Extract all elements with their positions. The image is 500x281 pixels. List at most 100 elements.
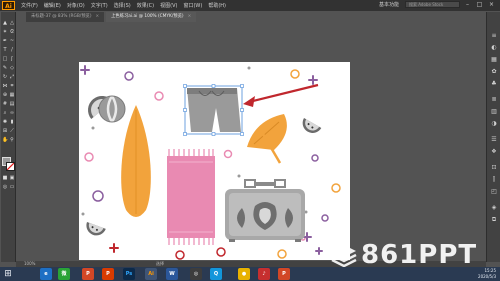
stock-search-input[interactable]: 搜索 Adobe Stock <box>405 1 460 8</box>
close-icon[interactable]: × <box>487 1 496 8</box>
minimize-icon[interactable]: – <box>463 1 472 8</box>
taskbar-app-illustrator[interactable]: Ai <box>145 268 157 280</box>
taskbar: ⊞ e 微 P P Ps Ai W ◎ Q ● ♪ P 15:25 2020/5… <box>0 267 500 281</box>
paintbrush-tool-icon[interactable]: ʃ <box>9 56 15 62</box>
watermelon-slice-illustration <box>302 118 322 133</box>
pencil-tool-icon[interactable]: ✎ <box>2 65 8 71</box>
column-graph-tool-icon[interactable]: ▮ <box>9 119 15 125</box>
rotate-tool-icon[interactable]: ↻ <box>2 74 8 80</box>
clock-date: 2020/5/3 <box>478 274 496 279</box>
graphic-styles-panel-icon[interactable]: ❖ <box>490 148 498 155</box>
taskbar-app-word[interactable]: W <box>166 268 178 280</box>
color-panel-icon[interactable]: ◐ <box>490 44 498 51</box>
taskbar-app-powerpoint[interactable]: P <box>82 268 94 280</box>
swatches-panel-icon[interactable]: ▦ <box>490 56 498 63</box>
stroke-panel-icon[interactable]: ≣ <box>490 96 498 103</box>
illustrator-logo: Ai <box>2 1 15 10</box>
taskbar-app-browser[interactable]: e <box>40 268 52 280</box>
tab-close-icon[interactable]: × <box>96 14 100 19</box>
line-tool-icon[interactable]: / <box>9 47 15 53</box>
menu-effect[interactable]: 效果(C) <box>137 2 154 9</box>
gradient-mode-icon[interactable]: ▣ <box>9 175 15 181</box>
symbols-panel-icon[interactable]: ♣ <box>490 80 498 87</box>
gradient-tool-icon[interactable]: ▤ <box>9 101 15 107</box>
magic-wand-tool-icon[interactable]: ✶ <box>2 29 8 35</box>
artboard[interactable] <box>79 62 350 260</box>
zoom-tool-icon[interactable]: ⚲ <box>9 137 15 143</box>
eyedropper-tool-icon[interactable]: ⌕ <box>2 110 8 116</box>
menu-bar: Ai 文件(F) 编辑(E) 对象(O) 文字(T) 选择(S) 效果(C) 视… <box>0 0 500 11</box>
screen-mode-icon[interactable]: ▭ <box>9 184 15 190</box>
gradient-panel-icon[interactable]: ▥ <box>490 108 498 115</box>
perspective-grid-tool-icon[interactable]: ▦ <box>9 92 15 98</box>
menu-window[interactable]: 窗口(W) <box>183 2 202 9</box>
shape-builder-tool-icon[interactable]: ⊕ <box>2 92 8 98</box>
taskbar-app-music[interactable]: ♪ <box>258 268 270 280</box>
suitcase-illustration <box>225 179 305 242</box>
menu-file[interactable]: 文件(F) <box>21 2 38 9</box>
properties-panel-icon[interactable]: ≡ <box>490 32 498 39</box>
tab-document-1[interactable]: 未标题-37 @ 83% (RGB/预览) × <box>26 12 105 22</box>
beach-towel-illustration <box>167 149 215 245</box>
menu-select[interactable]: 选择(S) <box>114 2 131 9</box>
artboards-panel-icon[interactable]: ⧉ <box>490 216 498 223</box>
system-clock[interactable]: 15:25 2020/5/3 <box>478 268 496 280</box>
symbol-sprayer-tool-icon[interactable]: ✺ <box>2 119 8 125</box>
taskbar-app-generic[interactable]: ◎ <box>190 268 202 280</box>
stroke-swatch[interactable] <box>6 162 15 171</box>
selection-tool-icon[interactable]: ▲ <box>2 20 8 26</box>
tab-label: 未标题-37 @ 83% (RGB/预览) <box>31 14 92 19</box>
layers-panel-icon[interactable]: ◈ <box>490 204 498 211</box>
no-stroke-icon <box>6 162 15 171</box>
slice-tool-icon[interactable]: ⟋ <box>9 128 15 134</box>
align-panel-icon[interactable]: ⫿ <box>490 176 498 183</box>
menu-type[interactable]: 文字(T) <box>91 2 108 9</box>
taskbar-app-wechat[interactable]: 微 <box>58 268 70 280</box>
blend-tool-icon[interactable]: ∞ <box>9 110 15 116</box>
width-tool-icon[interactable]: ⋈ <box>2 83 8 89</box>
eraser-tool-icon[interactable]: ◇ <box>9 65 15 71</box>
taskbar-app-chrome[interactable]: ● <box>238 268 250 280</box>
beach-ball-illustration <box>98 95 126 123</box>
curvature-tool-icon[interactable]: ~ <box>9 38 15 44</box>
tools-panel: ▲ △ ✶ ᘓ ✒ ~ T / □ ʃ ✎ ◇ ↻ ⤢ ⋈ ⌗ ⊕ ▦ # ▤ … <box>1 12 16 262</box>
scale-tool-icon[interactable]: ⤢ <box>9 74 15 80</box>
denim-shorts-illustration[interactable] <box>183 84 244 136</box>
taskbar-app-photoshop[interactable]: Ps <box>123 268 135 280</box>
pathfinder-panel-icon[interactable]: ◰ <box>490 188 498 195</box>
menu-object[interactable]: 对象(O) <box>67 2 85 9</box>
artwork <box>80 65 341 260</box>
annotation-arrow <box>243 83 319 107</box>
pen-tool-icon[interactable]: ✒ <box>2 38 8 44</box>
brushes-panel-icon[interactable]: ✿ <box>490 68 498 75</box>
rectangle-tool-icon[interactable]: □ <box>2 56 8 62</box>
artboard-tool-icon[interactable]: ⊞ <box>2 128 8 134</box>
stack-logo-icon <box>331 245 357 267</box>
type-tool-icon[interactable]: T <box>2 47 8 53</box>
menu-help[interactable]: 帮助(H) <box>208 2 226 9</box>
start-button[interactable]: ⊞ <box>1 268 15 280</box>
draw-mode-icon[interactable]: ◎ <box>2 184 8 190</box>
menu-right-controls: 基本功能 搜索 Adobe Stock – □ × <box>379 1 496 8</box>
mesh-tool-icon[interactable]: # <box>2 101 8 107</box>
panel-dock: ≡ ◐ ▦ ✿ ♣ ≣ ▥ ◑ ☰ ❖ ⊡ ⫿ ◰ ◈ ⧉ <box>486 12 500 262</box>
color-mode-icon[interactable]: ■ <box>2 175 8 181</box>
workspace-switcher[interactable]: 基本功能 <box>379 1 399 8</box>
transparency-panel-icon[interactable]: ◑ <box>490 120 498 127</box>
document-tabs: 未标题-37 @ 83% (RGB/预览) × 上色练习ai.ai @ 100% … <box>26 12 198 22</box>
menu-edit[interactable]: 编辑(E) <box>44 2 61 9</box>
menu-view[interactable]: 视图(V) <box>160 2 177 9</box>
appearance-panel-icon[interactable]: ☰ <box>490 136 498 143</box>
tab-close-icon[interactable]: × <box>188 14 192 19</box>
transform-panel-icon[interactable]: ⊡ <box>490 164 498 171</box>
hand-tool-icon[interactable]: ✋ <box>2 137 8 143</box>
tab-document-2[interactable]: 上色练习ai.ai @ 100% (CMYK/预览) × <box>106 12 197 22</box>
beach-umbrella-illustration <box>247 114 287 164</box>
taskbar-app-qq[interactable]: Q <box>210 268 222 280</box>
direct-selection-tool-icon[interactable]: △ <box>9 20 15 26</box>
free-transform-tool-icon[interactable]: ⌗ <box>9 83 15 89</box>
taskbar-app-presentation[interactable]: P <box>278 268 290 280</box>
taskbar-app-powerpoint-2[interactable]: P <box>102 268 114 280</box>
maximize-icon[interactable]: □ <box>475 1 484 8</box>
lasso-tool-icon[interactable]: ᘓ <box>9 29 15 35</box>
